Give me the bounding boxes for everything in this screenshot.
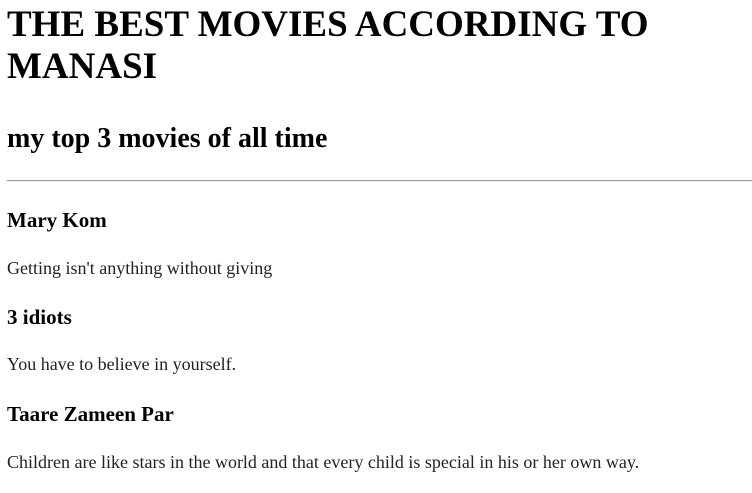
page-subtitle: my top 3 movies of all time: [7, 123, 328, 154]
movie-quote-mary-kom: Getting isn't anything without giving: [7, 258, 273, 278]
page: THE BEST MOVIES ACCORDING TO MANASI my t…: [0, 0, 752, 493]
movie-title-taare-zameen-par: Taare Zameen Par: [7, 402, 174, 426]
movie-quote-3-idiots: You have to believe in yourself.: [7, 354, 237, 374]
movie-quote-taare-zameen-par: Children are like stars in the world and…: [7, 452, 640, 472]
horizontal-divider: [7, 180, 752, 182]
movie-title-mary-kom: Mary Kom: [7, 208, 107, 232]
movie-title-3-idiots: 3 idiots: [7, 305, 72, 329]
page-title: THE BEST MOVIES ACCORDING TO MANASI: [7, 4, 649, 87]
